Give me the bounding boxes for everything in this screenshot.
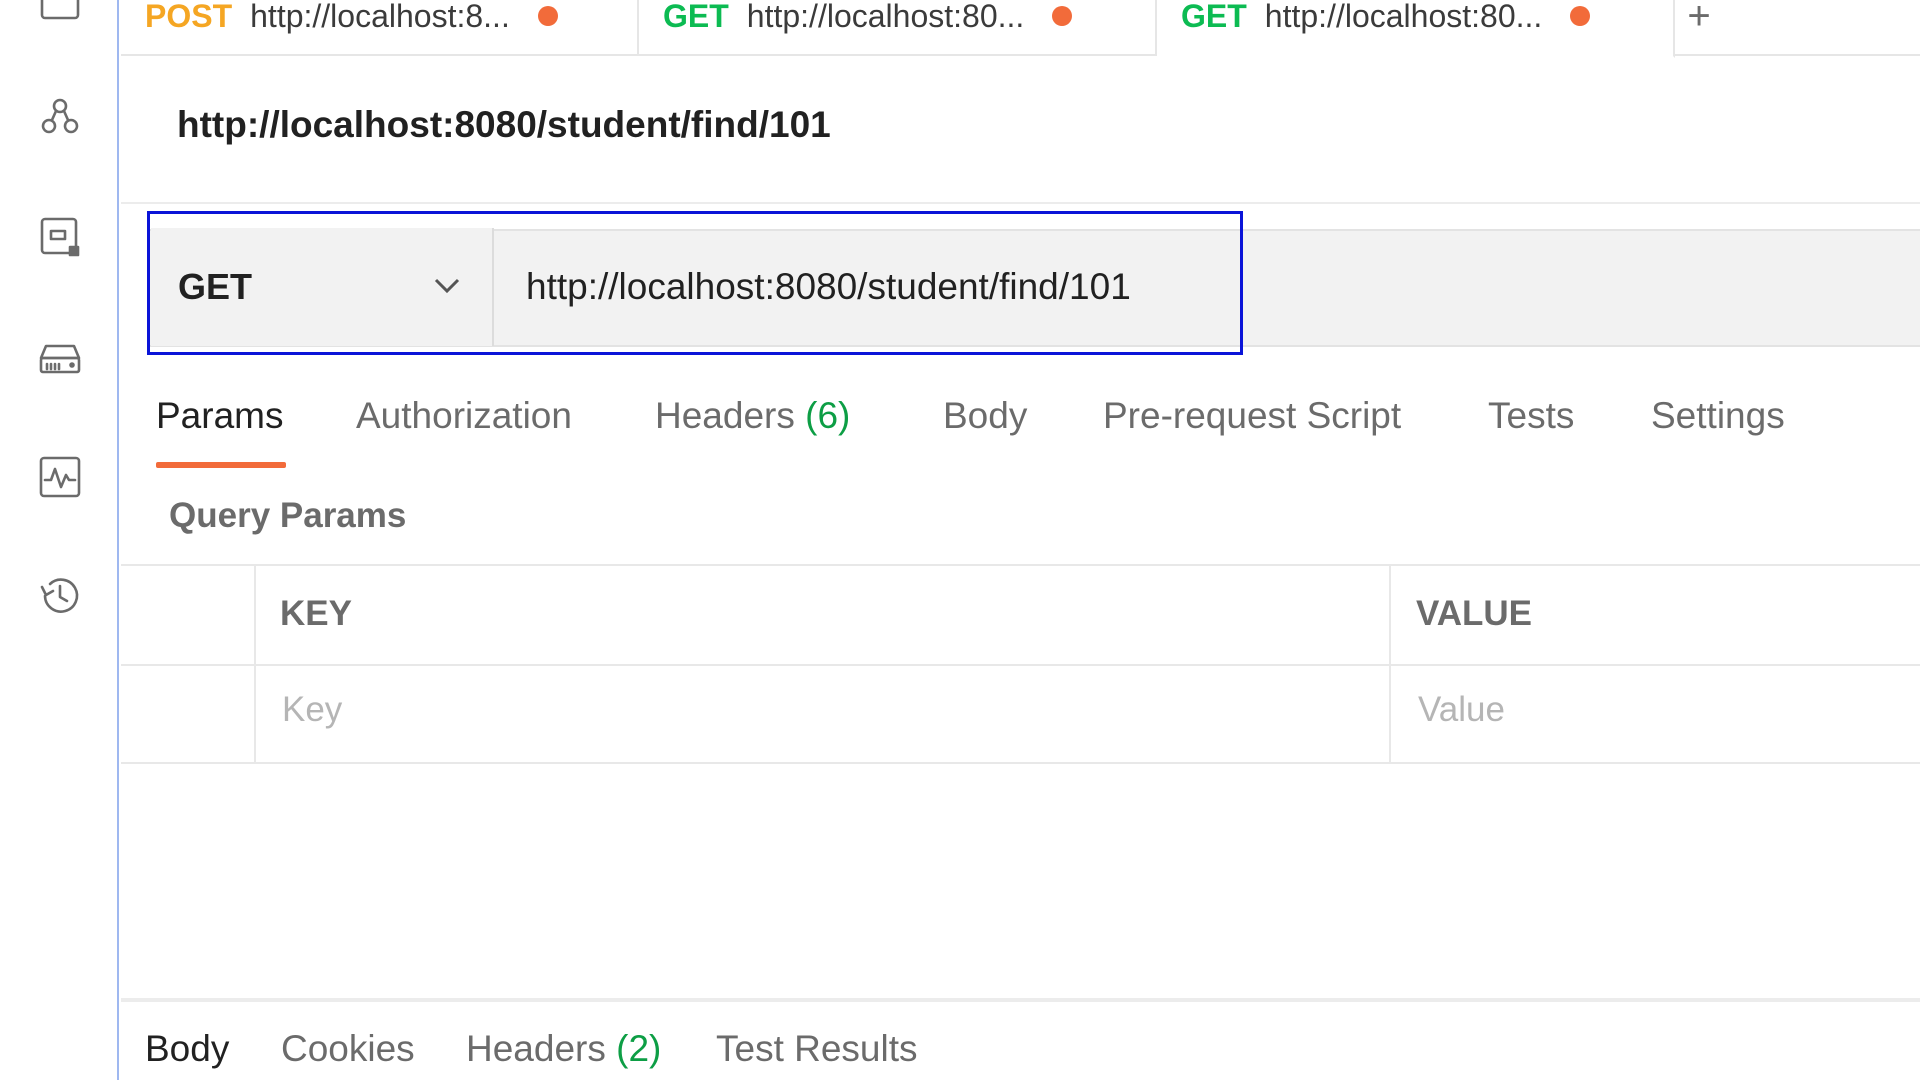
- request-tab-1[interactable]: POST http://localhost:8...: [121, 0, 639, 56]
- value-input[interactable]: Value: [1418, 690, 1505, 730]
- response-headers-count: (2): [616, 1028, 662, 1069]
- table-border: [254, 564, 256, 764]
- tab-settings[interactable]: Settings: [1651, 395, 1785, 437]
- tab-url: http://localhost:8...: [250, 0, 510, 34]
- request-tab-2[interactable]: GET http://localhost:80...: [639, 0, 1157, 56]
- table-border: [121, 564, 1920, 566]
- tab-method: POST: [145, 0, 233, 34]
- unsaved-dot-icon: [1052, 6, 1073, 26]
- history-icon[interactable]: [30, 566, 90, 626]
- response-divider: [121, 998, 1920, 1002]
- window-icon[interactable]: [30, 0, 90, 38]
- main-panel: POST http://localhost:8... GET http://lo…: [121, 0, 1920, 1080]
- tab-body[interactable]: Body: [943, 395, 1027, 437]
- divider: [121, 202, 1920, 204]
- monitors-icon[interactable]: [30, 447, 90, 507]
- request-options-tabs: Params Authorization Headers (6) Body Pr…: [121, 395, 1920, 467]
- response-tab-headers-label: Headers: [466, 1028, 606, 1069]
- table-border: [121, 664, 1920, 666]
- headers-count: (6): [805, 395, 851, 436]
- tab-headers[interactable]: Headers (6): [655, 395, 850, 437]
- response-tab-test-results[interactable]: Test Results: [716, 1028, 918, 1070]
- key-input[interactable]: Key: [282, 690, 342, 730]
- column-header-key: KEY: [280, 594, 352, 633]
- query-params-label: Query Params: [169, 496, 407, 535]
- response-tab-cookies[interactable]: Cookies: [281, 1028, 415, 1070]
- active-tab-indicator: [156, 462, 286, 468]
- new-tab-button[interactable]: +: [1669, 0, 1729, 56]
- highlight-box: [147, 211, 1243, 355]
- tab-tests[interactable]: Tests: [1488, 395, 1574, 437]
- apis-icon[interactable]: [30, 88, 90, 148]
- table-border: [1389, 564, 1391, 764]
- sidebar-rail: [0, 0, 119, 1080]
- unsaved-dot-icon: [1570, 6, 1591, 26]
- response-tab-headers[interactable]: Headers (2): [466, 1028, 661, 1070]
- query-params-table: KEY VALUE Key Value: [121, 564, 1920, 764]
- tab-headers-label: Headers: [655, 395, 795, 436]
- tab-method: GET: [663, 0, 729, 34]
- unsaved-dot-icon: [537, 6, 558, 26]
- response-tab-body[interactable]: Body: [145, 1028, 229, 1070]
- column-header-value: VALUE: [1416, 594, 1533, 633]
- tab-method: GET: [1181, 0, 1247, 34]
- tab-params[interactable]: Params: [156, 395, 283, 437]
- tab-url: http://localhost:80...: [1264, 0, 1543, 34]
- request-tabs: POST http://localhost:8... GET http://lo…: [121, 0, 1920, 58]
- request-title[interactable]: http://localhost:8080/student/find/101: [177, 104, 831, 146]
- tab-prerequest-script[interactable]: Pre-request Script: [1103, 395, 1401, 437]
- request-tab-3[interactable]: GET http://localhost:80...: [1157, 0, 1675, 58]
- mock-servers-icon[interactable]: [30, 207, 90, 267]
- tab-authorization[interactable]: Authorization: [356, 395, 572, 437]
- table-border: [121, 762, 1920, 764]
- environments-icon[interactable]: [30, 328, 90, 388]
- tab-url: http://localhost:80...: [746, 0, 1025, 34]
